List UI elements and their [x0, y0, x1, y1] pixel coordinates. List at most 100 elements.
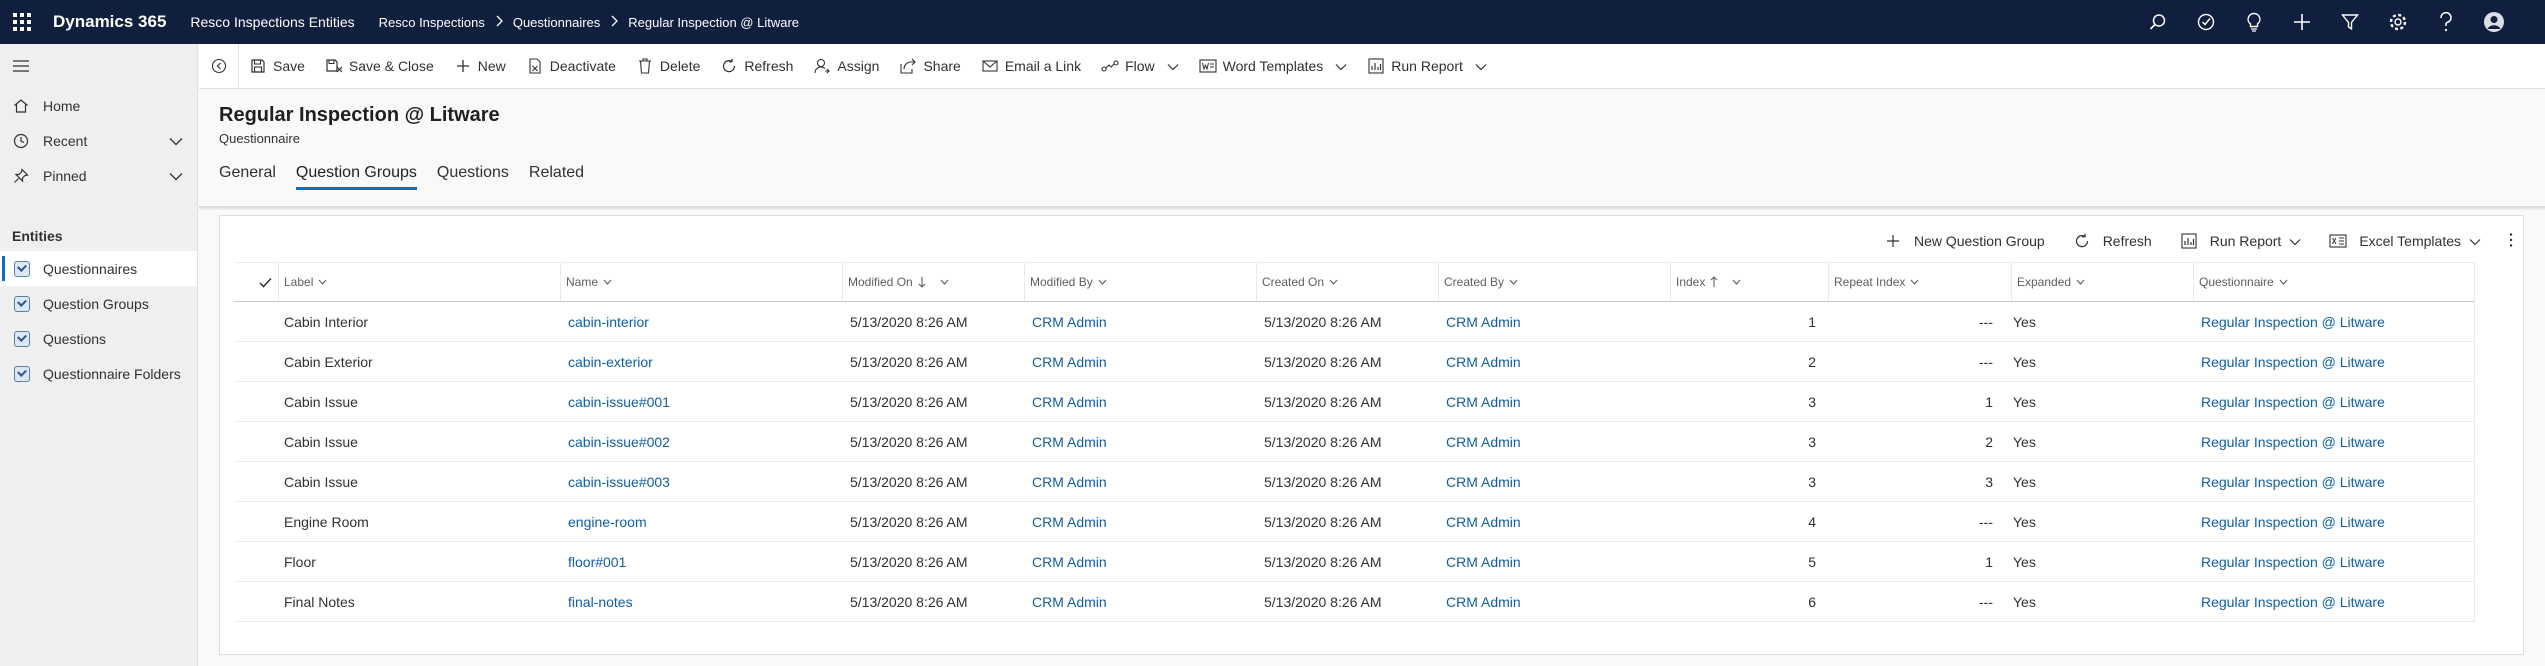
column-header-name[interactable]: Name — [560, 263, 842, 301]
new-question-group-button[interactable]: New Question Group — [1884, 232, 2045, 250]
cell-questionnaire-link[interactable]: Regular Inspection @ Litware — [2193, 542, 2474, 581]
more-commands-button[interactable] — [2509, 232, 2513, 251]
table-row[interactable]: Engine Room engine-room 5/13/2020 8:26 A… — [234, 502, 2474, 542]
sidebar-item-questionnaires[interactable]: Questionnaires — [0, 251, 197, 286]
column-header-created-on[interactable]: Created On — [1256, 263, 1438, 301]
column-header-expanded[interactable]: Expanded — [2011, 263, 2193, 301]
cell-created-by-link[interactable]: CRM Admin — [1438, 502, 1670, 541]
cell-modified-by-link[interactable]: CRM Admin — [1024, 422, 1256, 461]
cell-created-by-link[interactable]: CRM Admin — [1438, 382, 1670, 421]
app-launcher-button[interactable] — [0, 0, 44, 44]
column-header-modified-on[interactable]: Modified On — [842, 263, 1024, 301]
refresh-button[interactable]: Refresh — [710, 44, 803, 89]
lightbulb-icon[interactable] — [2243, 11, 2265, 33]
app-name[interactable]: Dynamics 365 — [53, 12, 166, 32]
table-row[interactable]: Cabin Issue cabin-issue#001 5/13/2020 8:… — [234, 382, 2474, 422]
chevron-down-icon[interactable] — [169, 133, 183, 149]
column-header-modified-by[interactable]: Modified By — [1024, 263, 1256, 301]
run-report-button[interactable]: Run Report — [1357, 44, 1497, 89]
cell-name-link[interactable]: cabin-interior — [560, 302, 842, 341]
subgrid-refresh-button[interactable]: Refresh — [2073, 232, 2152, 250]
share-button[interactable]: Share — [889, 44, 970, 89]
tab-related[interactable]: Related — [529, 164, 584, 190]
table-row[interactable]: Cabin Interior cabin-interior 5/13/2020 … — [234, 302, 2474, 342]
column-header-label[interactable]: Label — [278, 263, 560, 301]
cell-questionnaire-link[interactable]: Regular Inspection @ Litware — [2193, 302, 2474, 341]
tab-question-groups[interactable]: Question Groups — [295, 164, 417, 190]
cell-modified-by-link[interactable]: CRM Admin — [1024, 382, 1256, 421]
menu-toggle-button[interactable] — [0, 44, 197, 88]
word-templates-button[interactable]: Word Templates — [1189, 44, 1358, 89]
user-icon[interactable] — [2483, 11, 2505, 33]
sidebar-item-pinned[interactable]: Pinned — [0, 158, 197, 193]
cell-modified-by-link[interactable]: CRM Admin — [1024, 542, 1256, 581]
assign-button[interactable]: Assign — [803, 44, 889, 89]
cell-modified-by-link[interactable]: CRM Admin — [1024, 502, 1256, 541]
cell-created-by-link[interactable]: CRM Admin — [1438, 462, 1670, 501]
column-header-created-by[interactable]: Created By — [1438, 263, 1670, 301]
table-row[interactable]: Floor floor#001 5/13/2020 8:26 AM CRM Ad… — [234, 542, 2474, 582]
column-header-repeat-index[interactable]: Repeat Index — [1828, 263, 2011, 301]
cell-created-by-link[interactable]: CRM Admin — [1438, 342, 1670, 381]
cell-questionnaire-link[interactable]: Regular Inspection @ Litware — [2193, 582, 2474, 621]
flow-button[interactable]: Flow — [1091, 44, 1189, 89]
column-header-index[interactable]: Index — [1670, 263, 1828, 301]
cell-questionnaire-link[interactable]: Regular Inspection @ Litware — [2193, 422, 2474, 461]
cell-created-by-link[interactable]: CRM Admin — [1438, 542, 1670, 581]
cell-questionnaire-link[interactable]: Regular Inspection @ Litware — [2193, 502, 2474, 541]
cell-modified-by-link[interactable]: CRM Admin — [1024, 342, 1256, 381]
back-button[interactable] — [199, 43, 239, 89]
new-button[interactable]: New — [444, 44, 516, 89]
breadcrumb-item[interactable]: Questionnaires — [513, 15, 600, 30]
table-row[interactable]: Cabin Exterior cabin-exterior 5/13/2020 … — [234, 342, 2474, 382]
excel-templates-button[interactable]: Excel Templates — [2329, 232, 2481, 250]
breadcrumb-item[interactable]: Resco Inspections — [379, 15, 485, 30]
column-header-questionnaire[interactable]: Questionnaire — [2193, 263, 2474, 301]
sidebar-item-recent[interactable]: Recent — [0, 123, 197, 158]
cell-questionnaire-link[interactable]: Regular Inspection @ Litware — [2193, 342, 2474, 381]
task-flow-icon[interactable] — [2195, 11, 2217, 33]
plus-icon[interactable] — [2291, 11, 2313, 33]
cell-name-link[interactable]: cabin-issue#003 — [560, 462, 842, 501]
cell-questionnaire-link[interactable]: Regular Inspection @ Litware — [2193, 382, 2474, 421]
table-row[interactable]: Cabin Issue cabin-issue#003 5/13/2020 8:… — [234, 462, 2474, 502]
sidebar-item-questions[interactable]: Questions — [0, 321, 197, 356]
sidebar-item-question-groups[interactable]: Question Groups — [0, 286, 197, 321]
table-row[interactable]: Final Notes final-notes 5/13/2020 8:26 A… — [234, 582, 2474, 622]
app-area-title[interactable]: Resco Inspections Entities — [190, 14, 354, 30]
search-icon[interactable] — [2147, 11, 2169, 33]
save-button[interactable]: Save — [239, 44, 315, 89]
cell-name-link[interactable]: cabin-issue#002 — [560, 422, 842, 461]
cell-name-link[interactable]: floor#001 — [560, 542, 842, 581]
cell-modified-by-link[interactable]: CRM Admin — [1024, 582, 1256, 621]
cell-questionnaire-link[interactable]: Regular Inspection @ Litware — [2193, 462, 2474, 501]
cell-created-by-link[interactable]: CRM Admin — [1438, 302, 1670, 341]
email-link-button[interactable]: Email a Link — [971, 44, 1091, 89]
cell-name-link[interactable]: engine-room — [560, 502, 842, 541]
select-all-checkbox[interactable] — [234, 263, 278, 301]
table-row[interactable]: Cabin Issue cabin-issue#002 5/13/2020 8:… — [234, 422, 2474, 462]
tab-general[interactable]: General — [219, 164, 276, 190]
filter-icon[interactable] — [2339, 11, 2361, 33]
sidebar-item-home[interactable]: Home — [0, 88, 197, 123]
settings-icon[interactable] — [2387, 11, 2409, 33]
save-close-button[interactable]: Save & Close — [315, 44, 444, 89]
deactivate-button[interactable]: Deactivate — [516, 44, 626, 89]
home-icon — [12, 97, 30, 115]
cell-name-link[interactable]: cabin-issue#001 — [560, 382, 842, 421]
cell-name-link[interactable]: final-notes — [560, 582, 842, 621]
sidebar-item-label: Home — [43, 97, 81, 114]
cell-name-link[interactable]: cabin-exterior — [560, 342, 842, 381]
sidebar-section-title: Entities — [12, 228, 63, 244]
cell-created-by-link[interactable]: CRM Admin — [1438, 582, 1670, 621]
breadcrumb-item[interactable]: Regular Inspection @ Litware — [628, 15, 799, 30]
chevron-down-icon[interactable] — [169, 168, 183, 184]
sidebar-item-questionnaire-folders[interactable]: Questionnaire Folders — [0, 356, 197, 391]
cell-created-by-link[interactable]: CRM Admin — [1438, 422, 1670, 461]
tab-questions[interactable]: Questions — [437, 164, 509, 190]
cell-modified-by-link[interactable]: CRM Admin — [1024, 462, 1256, 501]
subgrid-run-report-button[interactable]: Run Report — [2180, 232, 2302, 250]
delete-button[interactable]: Delete — [626, 44, 710, 89]
cell-modified-by-link[interactable]: CRM Admin — [1024, 302, 1256, 341]
help-icon[interactable] — [2435, 11, 2457, 33]
